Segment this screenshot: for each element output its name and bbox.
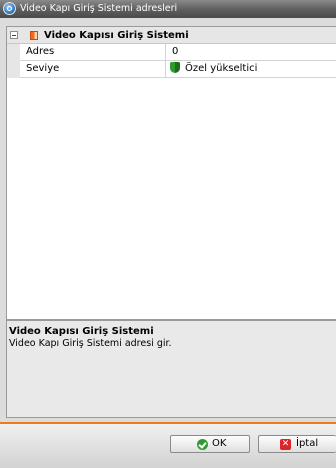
grid-gutter (7, 44, 20, 78)
window-title: Video Kapı Giriş Sistemi adresleri (20, 3, 178, 14)
property-grid: Video Kapısı Giriş Sistemi Adres 0 Seviy… (6, 26, 336, 320)
category-header[interactable]: Video Kapısı Giriş Sistemi (7, 27, 336, 44)
property-value: Özel yükseltici (185, 63, 258, 74)
property-row-adres[interactable]: Adres 0 (20, 44, 336, 61)
property-value[interactable]: 0 (172, 44, 178, 60)
title-bar[interactable]: Video Kapı Giriş Sistemi adresleri (0, 0, 336, 18)
category-icon (30, 31, 38, 40)
property-row-seviye[interactable]: Seviye Özel yükseltici (20, 61, 336, 78)
ok-button[interactable]: OK (170, 435, 250, 453)
dialog-window: Video Kapı Giriş Sistemi adresleri Video… (0, 0, 336, 468)
cancel-button-label: İptal (296, 438, 319, 449)
close-icon: ✕ (280, 439, 291, 450)
description-panel: Video Kapısı Giriş Sistemi Video Kapı Gi… (6, 320, 336, 418)
collapse-icon[interactable] (10, 31, 18, 39)
description-title: Video Kapısı Giriş Sistemi (9, 326, 154, 337)
category-label: Video Kapısı Giriş Sistemi (44, 30, 189, 41)
property-name: Adres (20, 44, 166, 60)
ok-button-label: OK (212, 438, 227, 449)
property-name: Seviye (20, 61, 166, 77)
shield-icon (170, 62, 180, 73)
check-icon (197, 439, 208, 450)
property-value-wrap[interactable]: Özel yükseltici (170, 61, 258, 77)
app-icon (3, 2, 16, 15)
description-text: Video Kapı Giriş Sistemi adresi gir. (9, 338, 172, 349)
cancel-button[interactable]: ✕ İptal (258, 435, 336, 453)
